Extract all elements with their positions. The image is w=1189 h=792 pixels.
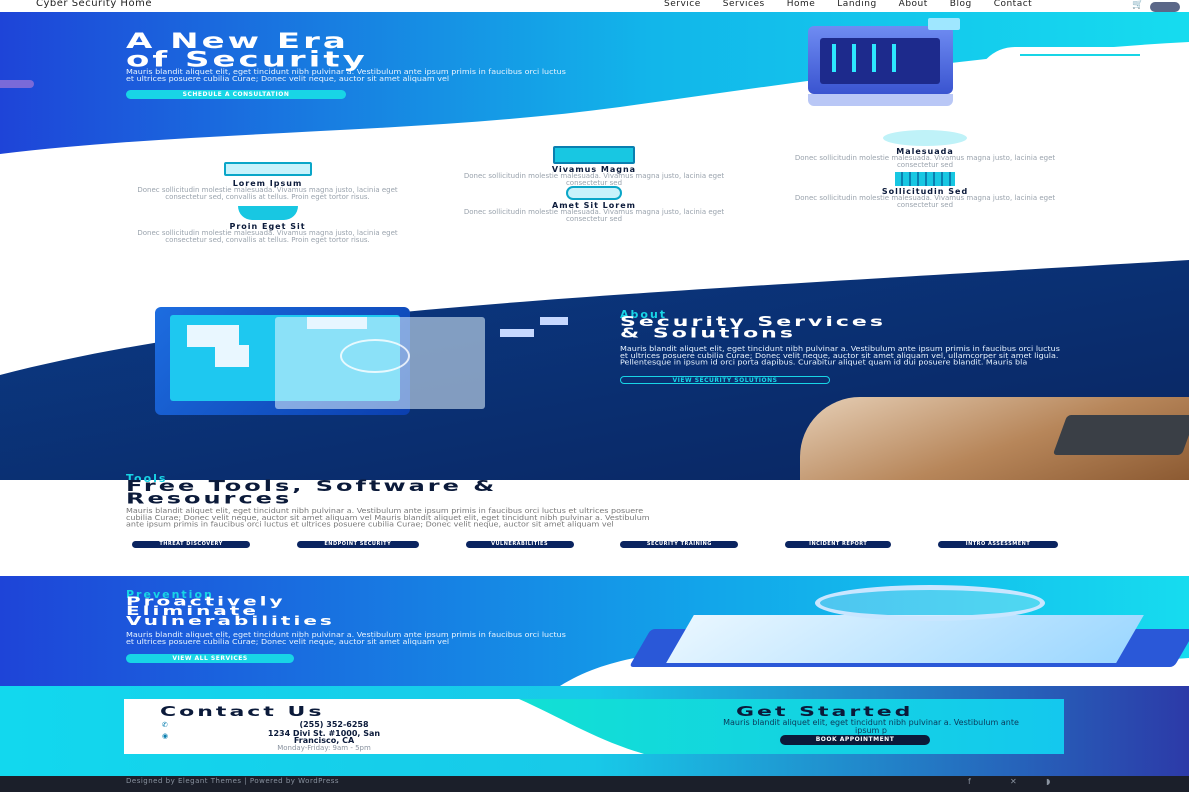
service-card: Lorem Ipsum Donec sollicitudin molestie m…	[130, 162, 405, 201]
x-twitter-icon[interactable]: ✕	[1010, 777, 1017, 786]
service-body: Donec sollicitudin molestie malesuada. V…	[137, 229, 398, 244]
hero-cta-button[interactable]: SCHEDULE A CONSULTATION	[126, 90, 346, 99]
nav-item-services[interactable]: Services	[723, 0, 765, 9]
service-card: Sollicitudin Sed Donec sollicitudin moles…	[792, 172, 1058, 209]
bug-icon	[883, 130, 967, 146]
nav-item-contact[interactable]: Contact	[994, 0, 1033, 9]
nav-item-landing[interactable]: Landing	[837, 0, 876, 9]
prevention-title: Proactively Eliminate Vulnerabilities	[126, 593, 335, 629]
contact-get-started-card: Contact Us ✆ (255) 352-6258 ◉ 1234 Divi …	[124, 699, 1064, 754]
about-cta-button[interactable]: VIEW SECURITY SOLUTIONS	[620, 376, 830, 384]
services-section: Lorem Ipsum Donec sollicitudin molestie m…	[0, 130, 1189, 255]
laptop-icon	[553, 146, 635, 164]
main-nav: Service Services Home Landing About Blog…	[664, 0, 1032, 9]
contact-hours: Monday-Friday: 9am - 5pm	[277, 744, 371, 752]
contact-phone[interactable]: (255) 352-6258	[244, 720, 424, 729]
security-training-button[interactable]: SECURITY TRAINING	[620, 541, 739, 548]
cta-section: Contact Us ✆ (255) 352-6258 ◉ 1234 Divi …	[0, 686, 1189, 776]
hero-info-card	[975, 47, 1189, 107]
laptop-illustration	[629, 585, 1189, 671]
get-started-body: Mauris blandit aliquet elit, eget tincid…	[723, 718, 1019, 735]
phone-icon: ✆	[162, 721, 168, 729]
prevention-body: Mauris blandit aliquet elit, eget tincid…	[126, 631, 566, 646]
service-card: Malesuada Donec sollicitudin molestie mal…	[792, 130, 1058, 169]
service-card: Amet Sit Lorem Donec sollicitudin molesti…	[460, 186, 728, 223]
tools-title: Free Tools, Software & Resources	[126, 477, 498, 508]
firewall-icon	[895, 172, 955, 186]
hero-card-line	[1020, 54, 1140, 56]
service-card: Proin Eget Sit Donec sollicitudin molesti…	[130, 206, 405, 244]
tablet-image	[1052, 415, 1189, 455]
facebook-icon[interactable]: f	[968, 777, 971, 786]
prevention-section: Prevention Proactively Eliminate Vulnera…	[0, 576, 1189, 686]
tools-section: Tools Free Tools, Software & Resources M…	[0, 472, 1189, 572]
site-title[interactable]: Cyber Security Home	[36, 0, 152, 9]
view-all-services-button[interactable]: VIEW ALL SERVICES	[126, 654, 294, 663]
about-section: About Security Services & Solutions Maur…	[0, 255, 1189, 480]
site-footer: Designed by Elegant Themes | Powered by …	[0, 776, 1189, 792]
threat-discovery-button[interactable]: THREAT DISCOVERY	[132, 541, 250, 548]
service-body: Donec sollicitudin molestie malesuada. V…	[463, 208, 725, 223]
nav-item-blog[interactable]: Blog	[950, 0, 972, 9]
service-card: Vivamus Magna Donec sollicitudin molestie…	[460, 146, 728, 187]
endpoint-security-button[interactable]: ENDPOINT SECURITY	[296, 541, 419, 548]
service-body: Donec sollicitudin molestie malesuada. V…	[794, 194, 1056, 209]
incident-report-button[interactable]: INCIDENT REPORT	[785, 541, 892, 548]
shield-icon	[237, 206, 298, 220]
cart-icon[interactable]: 🛒	[1132, 0, 1143, 10]
about-body: Mauris blandit aliquet elit, eget tincid…	[620, 345, 1060, 367]
nav-item-about[interactable]: About	[899, 0, 928, 9]
service-body: Donec sollicitudin molestie malesuada. V…	[463, 172, 725, 187]
globe-icon	[566, 186, 622, 200]
nav-item-home[interactable]: Home	[787, 0, 816, 9]
vulnerabilities-button[interactable]: VULNERABILITIES	[465, 541, 574, 548]
contact-title: Contact Us	[160, 704, 325, 720]
location-icon: ◉	[162, 732, 169, 740]
about-title: Security Services & Solutions	[620, 314, 886, 342]
hero-side-tab[interactable]	[0, 80, 34, 88]
hero-title: A New Era of Security	[126, 28, 368, 73]
service-body: Donec sollicitudin molestie malesuada. V…	[137, 186, 398, 201]
hero-body: Mauris blandit aliquet elit, eget tincid…	[126, 68, 566, 83]
server-illustration	[790, 18, 980, 122]
site-header: Cyber Security Home Service Services Hom…	[0, 0, 1189, 12]
device-illustration	[155, 287, 575, 427]
service-body: Donec sollicitudin molestie malesuada. V…	[794, 154, 1056, 169]
footer-credit: Designed by Elegant Themes | Powered by …	[126, 777, 340, 785]
rss-icon[interactable]: ◗	[1046, 777, 1050, 786]
book-appointment-button[interactable]: BOOK APPOINTMENT	[780, 735, 930, 745]
intro-assessment-button[interactable]: INTRO ASSESSMENT	[937, 541, 1058, 548]
monitor-icon	[223, 162, 312, 176]
tools-button-row: THREAT DISCOVERY ENDPOINT SECURITY VULNE…	[132, 541, 1058, 548]
tools-body: Mauris blandit aliquet elit, eget tincid…	[126, 507, 650, 529]
contact-address: 1234 Divi St. #1000, San Francisco, CA	[267, 729, 381, 745]
search-icon[interactable]	[1150, 2, 1180, 12]
nav-item-service[interactable]: Service	[664, 0, 701, 9]
